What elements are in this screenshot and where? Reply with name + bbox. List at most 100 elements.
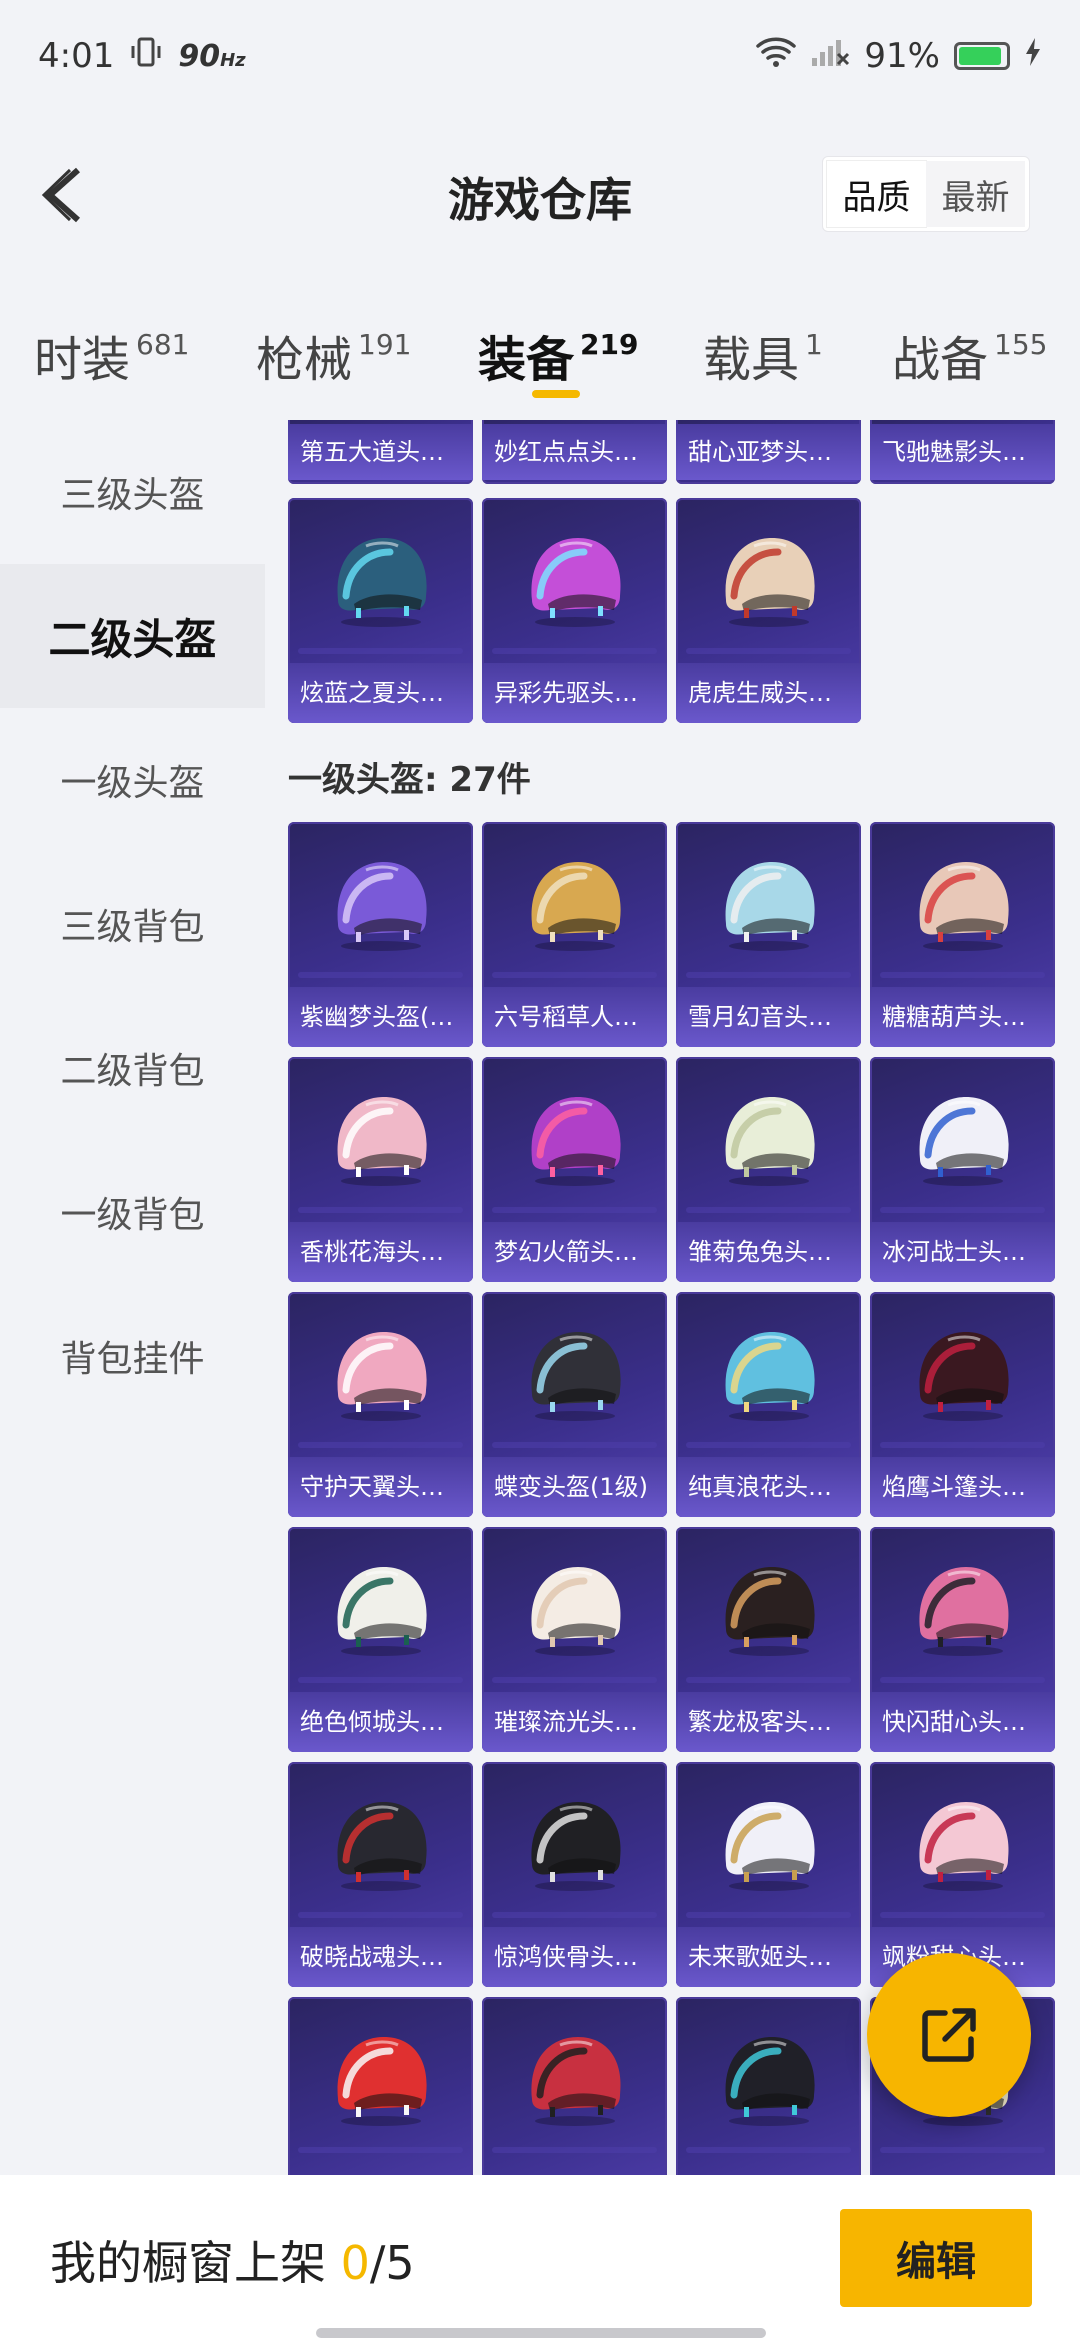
item-name: 惊鸿侠骨头盔... [482,1927,667,1987]
helmet-image [337,1802,427,1891]
tab-guns[interactable]: 枪械 191 [256,320,411,390]
helmet-image [725,1567,815,1656]
tab-fashion[interactable]: 时装 681 [34,320,189,390]
item-name: 六号稻草人头... [482,987,667,1047]
sidebar-item-level3-helmet[interactable]: 三级头盔 [0,420,265,564]
showcase-count: 0 [340,2236,370,2290]
item-card[interactable]: 妙红点点头盔... [482,420,667,484]
item-card[interactable]: 纯真浪花头盔... [676,1292,861,1517]
item-name: 紫幽梦头盔(1... [288,987,473,1047]
item-card[interactable]: 飞驰魅影头盔... [870,420,1055,484]
item-name: 璀璨流光头盔... [482,1692,667,1752]
item-card[interactable]: 六号稻草人头... [482,822,667,1047]
item-card[interactable]: 第五大道头盔... [288,420,473,484]
sidebar-item-level1-helmet[interactable]: 一级头盔 [0,708,265,852]
item-name: 梦幻火箭头盔... [482,1222,667,1282]
card-divider [298,1442,463,1448]
item-name: 绝色倾城头盔... [288,1692,473,1752]
item-card[interactable]: 甜心亚梦头盔... [676,420,861,484]
tab-equipment[interactable]: 装备 219 [478,320,638,390]
item-card[interactable]: 破晓战魂头盔... [288,1762,473,1987]
item-name: 雪月幻音头盔... [676,987,861,1047]
item-card[interactable]: 快闪甜心头盔... [870,1527,1055,1752]
share-out-icon [922,2008,976,2062]
item-card[interactable]: 繁龙极客头盔... [676,1527,861,1752]
sidebar-item-level2-helmet[interactable]: 二级头盔 [0,564,265,708]
home-indicator[interactable] [316,2328,766,2338]
item-name: 破晓战魂头盔... [288,1927,473,1987]
item-name: 妙红点点头盔... [482,424,667,480]
item-name: 焰鹰斗篷头盔... [870,1457,1055,1517]
item-card[interactable]: 虎虎生威头盔... [676,498,861,723]
battery-icon [954,42,1010,70]
sort-option-newest[interactable]: 最新 [926,161,1025,227]
item-grid-area[interactable]: 第五大道头盔... 妙红点点头盔... 甜心亚梦头盔... 飞驰魅影头盔... 炫蓝之… [265,420,1080,2175]
helmet-image [725,538,815,627]
helmet-image [725,862,815,951]
card-divider [492,1912,657,1918]
helmet-image [531,1097,621,1186]
helmet-image [725,1332,815,1421]
item-name: 守护天翼头盔... [288,1457,473,1517]
item-card[interactable]: 蝶变头盔(1级) [482,1292,667,1517]
item-name: 未来歌姬头盔... [676,1927,861,1987]
tab-vehicles[interactable]: 载具 1 [703,320,823,390]
card-divider [492,1677,657,1683]
item-card[interactable]: 焰鹰斗篷头盔... [870,1292,1055,1517]
sort-option-quality[interactable]: 品质 [827,161,926,227]
helmet-image [337,1332,427,1421]
item-card[interactable]: 紫幽梦头盔(1... [288,822,473,1047]
bottom-bar: 我的橱窗上架 0/5 编辑 [0,2175,1080,2340]
card-divider [880,972,1045,978]
sidebar-item-level1-backpack[interactable]: 一级背包 [0,1140,265,1284]
sidebar-item-level3-backpack[interactable]: 三级背包 [0,852,265,996]
card-divider [880,1207,1045,1213]
helmet-image [725,1802,815,1891]
helmet-image [919,1097,1009,1186]
item-card[interactable]: 炫蓝之夏头盔... [288,498,473,723]
battery-fill [959,47,1001,65]
item-name: 飞驰魅影头盔... [870,424,1055,480]
card-divider [298,1912,463,1918]
category-tabs: 时装 681 枪械 191 装备 219 载具 1 战备 155 [0,300,1080,410]
tab-supplies[interactable]: 战备 155 [892,320,1047,390]
item-name: 蝶变头盔(1级) [482,1457,667,1517]
card-divider [492,1207,657,1213]
item-card[interactable]: 梦幻火箭头盔... [482,1057,667,1282]
item-card[interactable] [676,1997,861,2175]
warehouse-screen: 4:01 90Hz 91% 游戏仓库 品质 最新 时装 681 枪械 191 装… [0,0,1080,2340]
item-card[interactable]: 冰河战士头盔... [870,1057,1055,1282]
header: 游戏仓库 品质 最新 [0,130,1080,260]
item-name: 快闪甜心头盔... [870,1692,1055,1752]
partial-row: 第五大道头盔... 妙红点点头盔... 甜心亚梦头盔... 飞驰魅影头盔... [288,420,1055,484]
sidebar-item-level2-backpack[interactable]: 二级背包 [0,996,265,1140]
card-divider [880,1912,1045,1918]
item-card[interactable]: 惊鸿侠骨头盔... [482,1762,667,1987]
level1-section-title: 一级头盔: 27件 [288,760,531,800]
showcase-label: 我的橱窗上架 0/5 [50,2236,415,2290]
item-name: 炫蓝之夏头盔... [288,663,473,723]
share-button[interactable] [867,1953,1031,2117]
item-card[interactable]: 雪月幻音头盔... [676,822,861,1047]
item-card[interactable] [482,1997,667,2175]
helmet-image [337,1097,427,1186]
item-card[interactable] [288,1997,473,2175]
item-card[interactable]: 绝色倾城头盔... [288,1527,473,1752]
item-name: 甜心亚梦头盔... [676,424,861,480]
sidebar-item-backpack-pendant[interactable]: 背包挂件 [0,1284,265,1428]
item-card[interactable]: 异彩先驱头盔... [482,498,667,723]
helmet-image [919,1332,1009,1421]
card-divider [686,648,851,654]
item-card[interactable]: 糖糖葫芦头盔... [870,822,1055,1047]
card-divider [492,1442,657,1448]
item-card[interactable]: 未来歌姬头盔... [676,1762,861,1987]
item-card[interactable]: 守护天翼头盔... [288,1292,473,1517]
item-name: 冰河战士头盔... [870,1222,1055,1282]
edit-button[interactable]: 编辑 [840,2209,1032,2307]
item-card[interactable]: 香桃花海头盔... [288,1057,473,1282]
battery-text: 91% [864,36,940,76]
card-divider [492,972,657,978]
item-card[interactable]: 雏菊兔兔头盔... [676,1057,861,1282]
helmet-image [725,1097,815,1186]
item-card[interactable]: 璀璨流光头盔... [482,1527,667,1752]
